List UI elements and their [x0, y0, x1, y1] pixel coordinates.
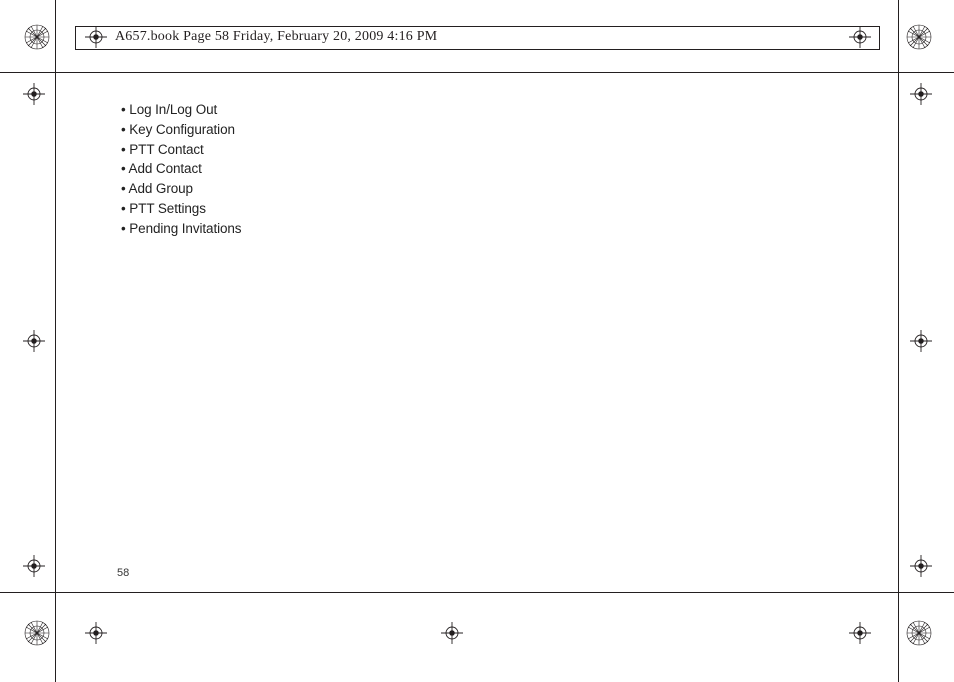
- crop-target-icon: [23, 555, 45, 577]
- bullet-text: Add Contact: [129, 161, 202, 176]
- crop-line: [55, 72, 899, 73]
- crop-line: [0, 592, 954, 593]
- bullet-text: Key Configuration: [129, 122, 235, 137]
- page-number: 58: [117, 567, 129, 579]
- crop-target-icon: [849, 622, 871, 644]
- registration-mark-icon: [23, 619, 51, 647]
- crop-target-icon: [85, 622, 107, 644]
- bullet-text: PTT Settings: [129, 201, 206, 216]
- crop-line: [0, 72, 55, 73]
- list-item: • PTT Settings: [121, 199, 241, 219]
- list-item: • Key Configuration: [121, 120, 241, 140]
- list-item: • Pending Invitations: [121, 219, 241, 239]
- bullet-text: Log In/Log Out: [129, 102, 217, 117]
- bullet-text: PTT Contact: [129, 142, 203, 157]
- crop-target-icon: [910, 330, 932, 352]
- crop-line: [55, 0, 56, 682]
- list-item: • Add Group: [121, 179, 241, 199]
- list-item: • Add Contact: [121, 159, 241, 179]
- registration-mark-icon: [905, 23, 933, 51]
- list-item: • PTT Contact: [121, 140, 241, 160]
- crop-target-icon: [441, 622, 463, 644]
- bullet-text: Add Group: [129, 181, 193, 196]
- header-slug-text: A657.book Page 58 Friday, February 20, 2…: [115, 29, 437, 45]
- registration-mark-icon: [905, 619, 933, 647]
- crop-line: [898, 0, 899, 682]
- crop-target-icon: [23, 330, 45, 352]
- bullet-text: Pending Invitations: [129, 221, 241, 236]
- list-item: • Log In/Log Out: [121, 100, 241, 120]
- registration-mark-icon: [23, 23, 51, 51]
- crop-target-icon: [910, 555, 932, 577]
- bullet-list: • Log In/Log Out • Key Configuration • P…: [121, 100, 241, 239]
- crop-line: [899, 72, 954, 73]
- crop-target-icon: [23, 83, 45, 105]
- crop-target-icon: [910, 83, 932, 105]
